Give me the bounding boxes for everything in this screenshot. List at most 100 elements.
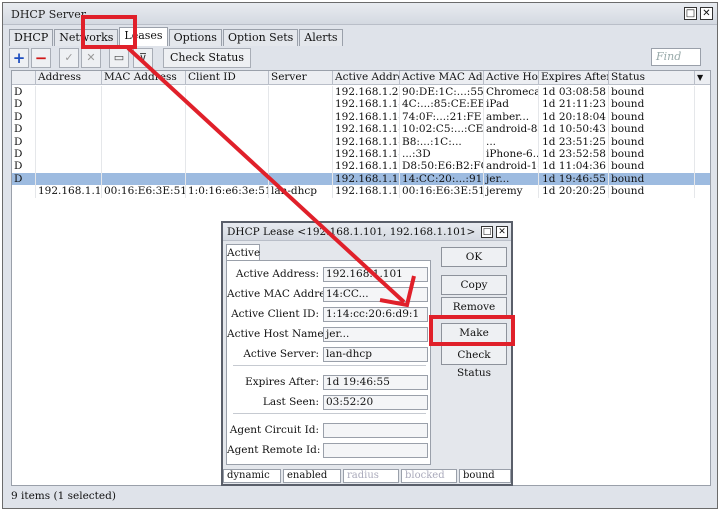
close-icon[interactable]: ✕ (700, 7, 713, 20)
tab-options[interactable]: Options (168, 29, 222, 46)
cell-active-mac: 74:0F:...:21:FE (400, 110, 484, 124)
add-icon[interactable]: + (9, 48, 29, 68)
cell-active-mac: 00:16:E6:3E:51:DD (402, 185, 484, 198)
field-label: Active Client ID: (231, 308, 319, 320)
cell-flag: D (12, 110, 36, 124)
table-row[interactable]: D 192.168.1.20090:DE:1C:...:55:0DChromeca… (12, 86, 710, 99)
dialog-fields-panel: Active Address: 192.168.1.101 Active MAC A… (226, 260, 431, 465)
check-status-dialog-button[interactable]: Check Status (441, 345, 507, 379)
cell-active-address: 192.168.1.106 (335, 160, 400, 173)
cell-client-id (186, 172, 269, 186)
filter-icon[interactable]: ⊽ (133, 48, 153, 68)
copy-button[interactable]: Copy (441, 275, 507, 295)
cell-server (269, 135, 333, 148)
field-label: Active Server: (243, 348, 319, 360)
cell-expires: 1d 21:11:23 (539, 98, 609, 111)
table-row[interactable]: D 192.168.1.106D8:50:E6:B2:FC:52android-1… (12, 160, 710, 173)
cell-active-host: amber... (484, 110, 539, 124)
comment-icon[interactable]: ▭ (109, 48, 129, 68)
cell-mac (102, 135, 186, 148)
field-value[interactable]: 14:CC... (323, 287, 428, 302)
cell-flag: D (12, 135, 36, 148)
column-header-expires[interactable]: Expires After (539, 71, 609, 85)
remove-button[interactable]: Remove (441, 297, 507, 317)
field-value[interactable] (323, 443, 428, 458)
field-value[interactable]: jer... (323, 327, 428, 342)
cell-address (36, 98, 102, 111)
remove-icon[interactable]: − (31, 48, 51, 68)
dialog-maximize-icon[interactable]: □ (481, 226, 493, 238)
tab-bar: DHCP Networks Leases Options Option Sets… (9, 27, 344, 46)
column-header-active-host[interactable]: Active Hos... (484, 71, 539, 85)
cell-server (269, 160, 333, 173)
field-value[interactable]: 1:14:cc:20:6:d9:1 (323, 307, 428, 322)
column-header-address[interactable]: Address (36, 71, 102, 85)
table-row[interactable]: D 192.168.1.14410:02:C5:...:CE:30android-… (12, 123, 710, 136)
cell-expires: 1d 23:52:58 (539, 148, 609, 161)
cell-flag: D (12, 123, 36, 136)
column-header-active-address[interactable]: Active Address (333, 71, 400, 85)
column-header-server[interactable]: Server (269, 71, 333, 85)
cell-client-id (186, 98, 269, 111)
cell-address (36, 135, 102, 148)
cell-status: bound (609, 160, 695, 173)
cell-mac (102, 86, 186, 99)
cell-mac (102, 172, 186, 186)
dialog-titlebar[interactable]: DHCP Lease <192.168.1.101, 192.168.1.101… (223, 223, 511, 241)
column-header-flag[interactable] (12, 71, 36, 85)
cell-mac: 00:16:E6:3E:51:DD (104, 185, 186, 198)
table-row[interactable]: D 192.168.1.10114:CC:20:...:91jer...1d 19… (12, 172, 710, 186)
cell-client-id (186, 86, 269, 99)
table-row[interactable]: D 192.168.1.1464C:...:85:CE:EBiPad1d 21:1… (12, 98, 710, 111)
check-status-button[interactable]: Check Status (163, 48, 251, 68)
table-row[interactable]: D 192.168.1.140B8:...:1C:......1d 23:51:2… (12, 135, 710, 148)
field-label: Agent Remote Id: (227, 444, 321, 456)
cell-active-address: 192.168.1.147 (335, 110, 400, 124)
field-value[interactable] (323, 423, 428, 438)
cell-client-id (186, 160, 269, 173)
table-row[interactable]: 192.168.1.100:16:E6:3E:51:DD1:0:16:e6:3e… (12, 185, 710, 198)
cell-flag: D (12, 172, 36, 186)
field-value[interactable]: 192.168.1.101 (323, 267, 428, 282)
table-row[interactable]: D 192.168.1.145...:3DiPhone-6...1d 23:52:… (12, 148, 710, 161)
dialog-tab-active[interactable]: Active (226, 244, 260, 261)
table-row[interactable]: D 192.168.1.14774:0F:...:21:FEamber...1d … (12, 110, 710, 124)
find-input[interactable]: Find (651, 48, 701, 66)
tab-alerts[interactable]: Alerts (299, 29, 343, 46)
field-value[interactable]: 1d 19:46:55 (323, 375, 428, 390)
separator (233, 413, 426, 414)
cell-mac (102, 148, 186, 161)
tab-dhcp[interactable]: DHCP (9, 29, 54, 46)
cell-active-mac: D8:50:E6:B2:FC:52 (400, 160, 484, 173)
cell-mac (102, 160, 186, 173)
maximize-icon[interactable]: □ (684, 7, 697, 20)
field-label: Active Host Name: (227, 328, 328, 340)
dialog-close-icon[interactable]: ✕ (496, 226, 508, 238)
cell-server (269, 148, 333, 161)
field-value[interactable]: 03:52:20 (323, 395, 428, 410)
cell-expires: 1d 10:50:43 (539, 123, 609, 136)
cell-active-address: 192.168.1.1 (335, 185, 400, 198)
cell-flag: D (12, 160, 36, 173)
cell-active-host: Chromecast (484, 86, 539, 99)
column-header-mac[interactable]: MAC Address (102, 71, 186, 85)
status-bound: bound (459, 469, 511, 483)
field-value[interactable]: lan-dhcp (323, 347, 428, 362)
make-static-highlight (429, 315, 515, 346)
cell-active-mac: 90:DE:1C:...:55:0D (402, 86, 484, 99)
column-header-status[interactable]: Status (609, 71, 695, 85)
cell-active-host: iPad (484, 98, 539, 111)
ok-button[interactable]: OK (441, 247, 507, 267)
cell-expires: 1d 20:20:25 (539, 185, 609, 198)
disable-icon[interactable]: ✕ (81, 48, 101, 68)
tab-option-sets[interactable]: Option Sets (222, 29, 299, 46)
cell-status: bound (609, 110, 695, 124)
column-header-active-mac[interactable]: Active MAC Addr... (400, 71, 484, 85)
column-menu-icon[interactable]: ▼ (695, 71, 711, 85)
enable-icon[interactable]: ✓ (59, 48, 79, 68)
cell-flag (12, 185, 36, 198)
status-blocked: blocked (401, 469, 457, 483)
column-header-client-id[interactable]: Client ID (186, 71, 269, 85)
cell-active-address: 192.168.1.145 (335, 148, 400, 161)
table-header: Address MAC Address Client ID Server Act… (12, 71, 710, 85)
